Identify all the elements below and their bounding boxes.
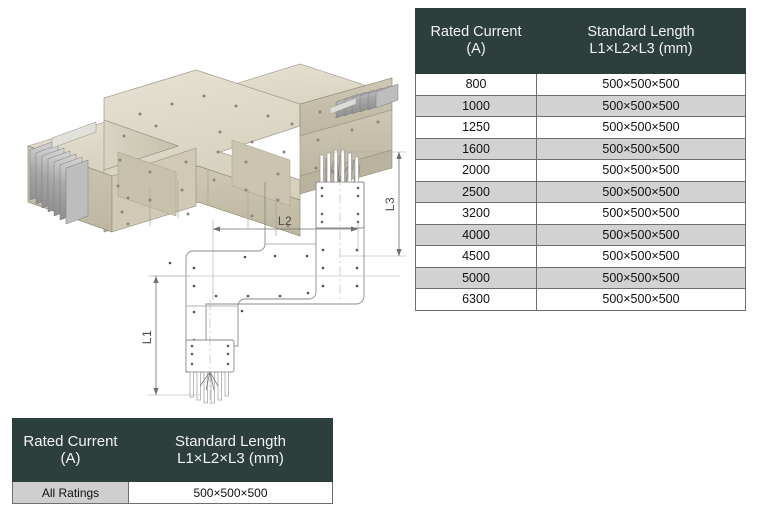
table-row: 800 500×500×500 [415, 73, 746, 96]
column-header-standard-length: Standard Length L1×L2×L3 (mm) [536, 8, 746, 74]
table-row: 1250 500×500×500 [415, 116, 746, 139]
rated-current-standard-length-table: Rated Current (A) Standard Length L1×L2×… [415, 8, 746, 311]
table-row: 1000 500×500×500 [415, 94, 746, 117]
summary-column-header-rated-current: Rated Current (A) [12, 418, 129, 482]
cell-rated-current: 800 [415, 73, 537, 96]
cell-rated-current: 3200 [415, 202, 537, 225]
cell-standard-length: 500×500×500 [536, 116, 746, 139]
table-row: 6300 500×500×500 [415, 288, 746, 311]
cell-rated-current: 4000 [415, 223, 537, 246]
column-header-standard-length-title: Standard Length [587, 24, 695, 41]
cell-rated-current: 5000 [415, 266, 537, 289]
page-canvas: L2 L3 L1 Rated Current (A) Standard Leng… [0, 0, 760, 509]
dimension-label-L2: L2 [278, 214, 292, 228]
cell-rated-current: 4500 [415, 245, 537, 268]
table-row: 5000 500×500×500 [415, 266, 746, 289]
column-header-rated-current: Rated Current (A) [415, 8, 537, 74]
summary-column-header-rated-current-title: Rated Current [23, 432, 118, 450]
column-header-rated-current-title: Rated Current [430, 24, 522, 41]
cell-standard-length: 500×500×500 [536, 266, 746, 289]
table-row: All Ratings 500×500×500 [12, 481, 333, 504]
dimension-label-L3: L3 [383, 197, 397, 211]
dimension-L2 [212, 220, 359, 300]
cell-rated-current: 6300 [415, 288, 537, 311]
cell-standard-length: 500×500×500 [536, 94, 746, 117]
product-figure: L2 L3 L1 [0, 0, 412, 412]
summary-table-header-row: Rated Current (A) Standard Length L1×L2×… [12, 418, 333, 482]
table-row: 4500 500×500×500 [415, 245, 746, 268]
summary-table-body: All Ratings 500×500×500 [12, 481, 333, 504]
cell-standard-length: 500×500×500 [536, 202, 746, 225]
cell-rated-current: 2500 [415, 180, 537, 203]
summary-column-header-rated-current-unit: (A) [60, 450, 81, 467]
summary-column-header-standard-length: Standard Length L1×L2×L3 (mm) [128, 418, 333, 482]
cell-rated-current: 1600 [415, 137, 537, 160]
column-header-rated-current-unit: (A) [466, 41, 486, 57]
table-header: Rated Current (A) Standard Length L1×L2×… [415, 8, 746, 74]
cell-rated-current: 1250 [415, 116, 537, 139]
cell-standard-length: 500×500×500 [536, 159, 746, 182]
summary-column-header-standard-length-unit: L1×L2×L3 (mm) [177, 450, 284, 467]
cell-standard-length: 500×500×500 [536, 223, 746, 246]
table-row: 2000 500×500×500 [415, 159, 746, 182]
summary-column-header-standard-length-title: Standard Length [175, 432, 286, 450]
summary-table-header: Rated Current (A) Standard Length L1×L2×… [12, 418, 333, 482]
cell-rated-current: 2000 [415, 159, 537, 182]
table-row: 4000 500×500×500 [415, 223, 746, 246]
all-ratings-summary-table: Rated Current (A) Standard Length L1×L2×… [12, 418, 333, 504]
cell-standard-length: 500×500×500 [128, 481, 333, 504]
dimension-label-L1: L1 [140, 330, 154, 344]
table-row: 2500 500×500×500 [415, 180, 746, 203]
cell-standard-length: 500×500×500 [536, 137, 746, 160]
cell-standard-length: 500×500×500 [536, 245, 746, 268]
cell-standard-length: 500×500×500 [536, 73, 746, 96]
column-header-standard-length-unit: L1×L2×L3 (mm) [589, 41, 693, 57]
cell-rated-current: 1000 [415, 94, 537, 117]
cell-standard-length: 500×500×500 [536, 180, 746, 203]
table-body: 800 500×500×500 1000 500×500×500 1250 500×500… [415, 73, 746, 311]
table-header-row: Rated Current (A) Standard Length L1×L2×… [415, 8, 746, 74]
cell-rated-current: All Ratings [12, 481, 129, 504]
table-row: 3200 500×500×500 [415, 202, 746, 225]
cell-standard-length: 500×500×500 [536, 288, 746, 311]
table-row: 1600 500×500×500 [415, 137, 746, 160]
